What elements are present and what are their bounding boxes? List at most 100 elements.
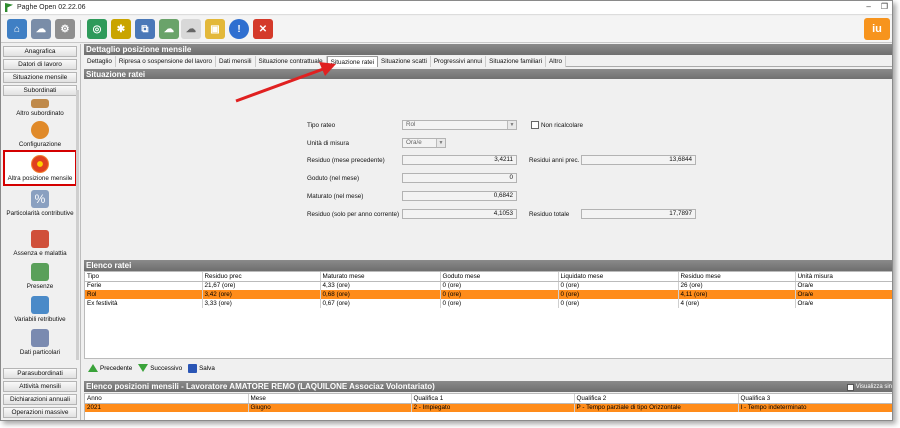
tab-situazione-scatti[interactable]: Situazione scatti [378, 56, 431, 67]
posizioni-header: Elenco posizioni mensili - Lavoratore AM… [84, 381, 892, 393]
tools-icon[interactable]: ⚙ [55, 19, 75, 39]
table-cell: 0 (ore) [558, 299, 679, 308]
column-header[interactable]: Unità misura [795, 272, 892, 282]
sidebar-item-label: Assenza e malattia [13, 250, 67, 257]
column-header[interactable]: Qualifica 1 [411, 394, 575, 404]
table-cell: P - Tempo parziale di tipo Orizzontale [574, 403, 739, 412]
column-header[interactable]: Residuo mese [678, 272, 796, 282]
column-header[interactable]: Mese [248, 394, 412, 404]
target-icon [31, 155, 49, 173]
window-title: Paghe Open 02.22.06 [17, 4, 86, 11]
folder-icon[interactable]: ▣ [205, 19, 225, 39]
main-panel: Dettaglio posizione mensile Dettaglio Ri… [84, 44, 892, 420]
sidebar-item-assenza-malattia[interactable]: Assenza e malattia [3, 230, 77, 258]
sidebar-button-dichiarazioni[interactable]: Dichiarazioni annuali [3, 394, 77, 405]
table-cell: 0 (ore) [440, 281, 559, 290]
cloud-sync-icon[interactable]: ☁ [31, 19, 51, 39]
calendar-check-icon [31, 263, 49, 281]
sidebar-item-label: Presenze [26, 283, 54, 290]
visualizza-label: Visualizza sin [855, 384, 892, 390]
previous-button[interactable]: Precedente [88, 364, 132, 372]
toolbar: ⌂ ☁ ⚙ ◎ ✱ ⧉ ☁ ☁ ▣ ! ✕ iu [1, 16, 892, 43]
sidebar-button-parasubordinati[interactable]: Parasubordinati [3, 368, 77, 379]
sidebar-scrollbar[interactable] [76, 90, 79, 360]
table-row-selected[interactable]: Rol 3,42 (ore) 0,68 (ore) 0 (ore) 0 (ore… [85, 290, 892, 299]
column-header[interactable]: Liquidato mese [558, 272, 679, 282]
sidebar-button-operazioni-massive[interactable]: Operazioni massive [3, 407, 77, 418]
residuo-prec-label: Residuo (mese precedente) [307, 157, 385, 164]
sidebar-item-presenze[interactable]: Presenze [3, 263, 77, 291]
save-button[interactable]: Salva [188, 363, 215, 373]
ratei-form: Tipo rateo Rol ▼ Non ricalcolare Unità d… [84, 79, 892, 260]
minimize-button[interactable]: – [866, 2, 870, 11]
cloud-white-icon[interactable]: ☁ [181, 19, 201, 39]
table-cell: 0 (ore) [558, 290, 679, 299]
sidebar-item-variabili[interactable]: Variabili retributive [3, 296, 77, 324]
network-icon[interactable]: ⧉ [135, 19, 155, 39]
goduto-field[interactable]: 0 [402, 173, 517, 183]
sidebar-item-dati-particolari[interactable]: Dati particolari [3, 329, 77, 357]
column-header[interactable]: Anno [85, 394, 249, 404]
data-icon [31, 329, 49, 347]
sidebar-item-label: Configurazione [18, 141, 62, 148]
sidebar-item-configurazione[interactable]: Configurazione [3, 121, 77, 149]
sidebar-button-situazione-mensile[interactable]: Situazione mensile [3, 72, 77, 83]
sidebar-button-attivita-mensili[interactable]: Attività mensili [3, 381, 77, 392]
column-header[interactable]: Residuo prec [202, 272, 321, 282]
unita-misura-select[interactable]: Ora/e ▼ [402, 138, 446, 148]
info-icon[interactable]: ! [229, 19, 249, 39]
residui-anni-field[interactable]: 13,6844 [581, 155, 696, 165]
maturato-label: Maturato (nel mese) [307, 193, 364, 200]
sidebar: Anagrafica Datori di lavoro Situazione m… [1, 44, 81, 420]
non-ricalcolare-checkbox[interactable] [531, 121, 539, 129]
visualizza-checkbox[interactable] [846, 384, 854, 391]
residuo-totale-field[interactable]: 17,7897 [581, 209, 696, 219]
home-icon[interactable]: ⌂ [7, 19, 27, 39]
column-header[interactable]: Goduto mese [440, 272, 559, 282]
save-label: Salva [199, 364, 215, 372]
column-header[interactable]: Qualifica 2 [574, 394, 739, 404]
tab-situazione-familiari[interactable]: Situazione familiari [486, 56, 547, 67]
table-row-selected[interactable]: 2021 Giugno 2 - Impiegato P - Tempo parz… [85, 403, 892, 412]
sidebar-item-label: Particolarità contributive [6, 210, 74, 217]
column-header[interactable]: Maturato mese [320, 272, 441, 282]
table-cell: Rol [85, 290, 203, 299]
table-cell: Ora/e [795, 281, 892, 290]
sidebar-item-particolarita[interactable]: % Particolarità contributive [3, 190, 77, 218]
tipo-rateo-select[interactable]: Rol ▼ [402, 120, 517, 130]
brand-logo: iu [864, 18, 890, 40]
column-header[interactable]: Tipo [85, 272, 203, 282]
close-icon[interactable]: ✕ [253, 19, 273, 39]
visualizza-toggle[interactable]: Visualizza sin [846, 382, 892, 393]
previous-label: Precedente [100, 364, 133, 372]
tab-bar: Dettaglio Ripresa o sospensione del lavo… [84, 56, 892, 67]
next-button[interactable]: Successivo [138, 364, 182, 372]
residuo-anno-field[interactable]: 4,1053 [402, 209, 517, 219]
restore-button[interactable]: ❐ [881, 2, 888, 11]
sidebar-item-label: Altra posizione mensile [7, 175, 73, 182]
tab-ripresa[interactable]: Ripresa o sospensione del lavoro [115, 56, 216, 67]
sidebar-button-subordinati[interactable]: Subordinati [3, 85, 77, 96]
table-row[interactable]: Ex festività 3,33 (ore) 0,67 (ore) 0 (or… [85, 299, 892, 308]
detail-header: Dettaglio posizione mensile [84, 44, 892, 55]
bug-icon[interactable]: ✱ [111, 19, 131, 39]
table-cell: 2021 [85, 403, 249, 412]
column-header[interactable]: Qualifica 3 [738, 394, 892, 404]
sidebar-button-datori[interactable]: Datori di lavoro [3, 59, 77, 70]
sidebar-button-anagrafica[interactable]: Anagrafica [3, 46, 77, 57]
world-icon[interactable]: ◎ [87, 19, 107, 39]
residuo-prec-field[interactable]: 3,4211 [402, 155, 517, 165]
sidebar-item-altro-subordinato[interactable]: Altro subordinato [3, 99, 77, 118]
tab-altro[interactable]: Altro [546, 56, 566, 67]
title-bar: Paghe Open 02.22.06 – ❐ [1, 1, 892, 15]
maturato-field[interactable]: 0,6842 [402, 191, 517, 201]
cloud-icon[interactable]: ☁ [159, 19, 179, 39]
table-cell: I - Tempo indeterminato [738, 403, 892, 412]
sidebar-item-label: Variabili retributive [14, 316, 66, 323]
tab-progressivi-annui[interactable]: Progressivi annui [430, 56, 487, 67]
sidebar-item-altra-posizione-mensile[interactable]: Altra posizione mensile [3, 150, 77, 186]
table-cell: 4 (ore) [678, 299, 796, 308]
ratei-table: Tipo Residuo prec Maturato mese Goduto m… [84, 271, 892, 359]
table-row[interactable]: Ferie 21,67 (ore) 4,33 (ore) 0 (ore) 0 (… [85, 281, 892, 290]
tab-dettaglio[interactable]: Dettaglio [84, 56, 116, 67]
